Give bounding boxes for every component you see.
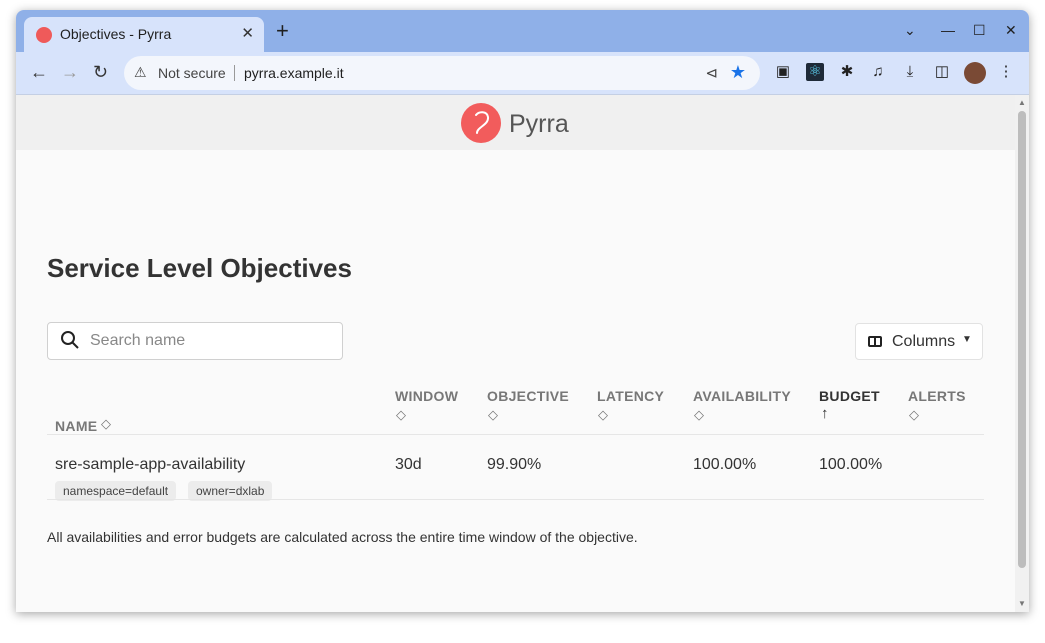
scroll-down-icon[interactable]: ▼: [1018, 599, 1026, 608]
avatar[interactable]: [964, 62, 986, 84]
new-tab-button[interactable]: +: [276, 20, 289, 42]
slo-name-link[interactable]: sre-sample-app-availability: [55, 456, 245, 474]
cell-budget: 100.00%: [819, 456, 883, 473]
columns-icon: [868, 336, 882, 347]
header-latency[interactable]: LATENCY: [597, 388, 664, 404]
tab-strip: Objectives - Pyrra ✕ + ⌄ — ☐ ✕: [16, 10, 1029, 52]
tab-search-icon[interactable]: ⌄: [904, 22, 916, 39]
warning-icon[interactable]: ⚠: [134, 64, 147, 81]
forward-icon[interactable]: →: [61, 62, 79, 83]
sort-ascending-icon[interactable]: ↑: [821, 405, 829, 422]
header-availability[interactable]: AVAILABILITY: [693, 388, 791, 404]
pyrra-logo-icon[interactable]: [461, 103, 501, 143]
cell-window: 30d: [395, 456, 422, 473]
row-divider: [47, 499, 984, 500]
menu-icon[interactable]: ⋮: [997, 63, 1015, 81]
close-window-button[interactable]: ✕: [1005, 22, 1017, 39]
security-label[interactable]: Not secure: [158, 65, 226, 81]
header-budget[interactable]: BUDGET: [819, 388, 880, 404]
scroll-up-icon[interactable]: ▲: [1018, 98, 1026, 107]
tab-close-icon[interactable]: ✕: [241, 24, 254, 42]
columns-label: Columns: [892, 333, 956, 350]
share-icon[interactable]: ⊲: [705, 64, 718, 82]
sort-icon[interactable]: ◇: [694, 407, 704, 423]
label-badge[interactable]: namespace=default: [55, 481, 177, 501]
media-control-icon[interactable]: ♫: [869, 63, 887, 81]
sort-icon[interactable]: ◇: [488, 407, 498, 423]
minimize-button[interactable]: —: [941, 22, 955, 38]
browser-window: Objectives - Pyrra ✕ + ⌄ — ☐ ✕ ← → ↻ ⚠ N…: [16, 10, 1029, 612]
caret-down-icon: ▼: [962, 334, 972, 345]
search-input[interactable]: [88, 331, 332, 351]
chat-extension-icon[interactable]: ▣: [774, 63, 792, 81]
cell-objective: 99.90%: [487, 456, 542, 473]
sort-icon[interactable]: ◇: [101, 416, 111, 432]
page-title: Service Level Objectives: [47, 253, 352, 283]
download-icon[interactable]: ⤓: [901, 63, 919, 81]
sort-icon[interactable]: ◇: [396, 407, 406, 423]
scrollbar[interactable]: ▲ ▼: [1015, 95, 1029, 612]
columns-button[interactable]: Columns ▼: [855, 323, 983, 360]
back-icon[interactable]: ←: [30, 62, 48, 83]
header-window[interactable]: WINDOW: [395, 388, 458, 404]
tab-title: Objectives - Pyrra: [60, 26, 172, 42]
app-header: Pyrra: [16, 95, 1015, 150]
scroll-thumb[interactable]: [1018, 111, 1026, 568]
header-objective[interactable]: OBJECTIVE: [487, 388, 569, 404]
browser-tab[interactable]: Objectives - Pyrra ✕: [24, 17, 264, 52]
puzzle-extensions-icon[interactable]: ✱: [838, 63, 856, 81]
search-box[interactable]: [47, 322, 343, 360]
cell-availability: 100.00%: [693, 456, 757, 473]
pyrra-favicon-icon: [36, 27, 52, 43]
reload-icon[interactable]: ↻: [93, 62, 108, 83]
maximize-button[interactable]: ☐: [973, 22, 986, 39]
header-name[interactable]: NAME: [55, 418, 97, 434]
browser-toolbar: ← → ↻ ⚠ Not secure pyrra.example.it ⊲ ★ …: [16, 52, 1029, 95]
label-badge[interactable]: owner=dxlab: [188, 481, 273, 501]
search-icon: [61, 331, 79, 349]
url-text[interactable]: pyrra.example.it: [244, 65, 344, 81]
sort-icon[interactable]: ◇: [909, 407, 919, 423]
header-alerts[interactable]: ALERTS: [908, 388, 966, 404]
sort-icon[interactable]: ◇: [598, 407, 608, 423]
react-devtools-icon[interactable]: ⚛: [806, 63, 824, 81]
address-bar[interactable]: ⚠ Not secure pyrra.example.it ⊲ ★: [124, 56, 760, 90]
footnote: All availabilities and error budgets are…: [47, 529, 638, 545]
star-icon[interactable]: ★: [730, 62, 746, 83]
page-content: Pyrra Service Level Objectives Columns ▼…: [16, 95, 1015, 612]
logo-text[interactable]: Pyrra: [509, 110, 569, 139]
header-divider: [47, 434, 984, 435]
omnibox-separator: [234, 65, 235, 81]
sidepanel-icon[interactable]: ◫: [933, 63, 951, 81]
